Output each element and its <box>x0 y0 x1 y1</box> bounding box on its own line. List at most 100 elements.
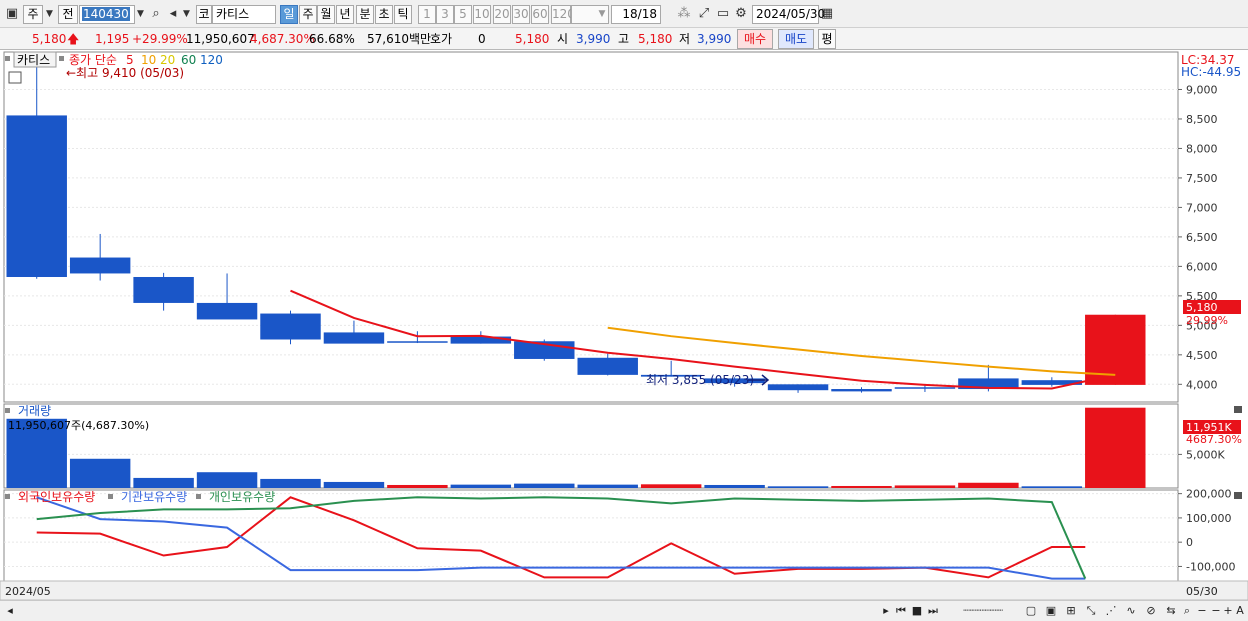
interval-5[interactable]: 5 <box>454 5 472 24</box>
panel-frame-1 <box>3 403 1179 489</box>
interval-3[interactable]: 3 <box>436 5 454 24</box>
tab-6[interactable]: 틱 <box>394 5 412 24</box>
price-tick-label: 4,500 <box>1186 349 1218 362</box>
price-tick-label: 8,500 <box>1186 113 1218 126</box>
axis-strip <box>0 580 1248 601</box>
tab-0[interactable]: 일 <box>280 5 298 24</box>
chevron-down-icon[interactable]: ▼ <box>43 5 56 24</box>
price-tick-label: 6,500 <box>1186 231 1218 244</box>
volume-bar <box>704 484 765 488</box>
price-tick-label: 9,000 <box>1186 83 1218 96</box>
draw-tool-icon[interactable]: ⤢ <box>696 5 712 24</box>
stop-icon[interactable]: ■ <box>911 603 923 619</box>
tab-1[interactable]: 주 <box>299 5 317 24</box>
search-icon[interactable]: ⌕ <box>149 5 163 24</box>
volume-bar <box>640 484 702 488</box>
legend-bullet-icon <box>196 494 201 499</box>
open-price: 3,990 <box>576 32 611 46</box>
minus-icon[interactable]: − <box>1210 603 1222 619</box>
chart-tool-5-icon[interactable]: ⋰ <box>1102 603 1120 619</box>
auto-scale-icon[interactable]: A <box>1234 603 1246 619</box>
zoom-slider[interactable]: ┈┈┈┈┈┈ <box>948 603 1018 619</box>
interval-dropdown-icon[interactable]: ▼ <box>596 5 608 24</box>
price-tick-label: 7,500 <box>1186 172 1218 185</box>
chart-tool-4-icon[interactable]: ⤡ <box>1082 603 1100 619</box>
volume-bar <box>69 458 131 488</box>
tab-3[interactable]: 년 <box>336 5 354 24</box>
chart-tool-7-icon[interactable]: ⊘ <box>1142 603 1160 619</box>
legend-bullet-icon <box>108 494 113 499</box>
turnover-rate: 66.68% <box>309 32 355 46</box>
holdings-tick-label: 200,000 <box>1186 488 1232 501</box>
chart-tool-6-icon[interactable]: ∿ <box>1122 603 1140 619</box>
chart-tool-2-icon[interactable]: ▣ <box>1042 603 1060 619</box>
save-icon[interactable]: ▭ <box>716 5 730 24</box>
next-icon[interactable]: ▸ <box>880 603 892 619</box>
date-field[interactable]: 2024/05/30 <box>752 5 825 24</box>
candle-body <box>260 313 321 340</box>
volume-bar <box>196 472 258 488</box>
interval-10[interactable]: 10 <box>473 5 491 24</box>
candle-body <box>323 332 385 344</box>
volume-bar <box>514 483 575 488</box>
code-dropdown-icon[interactable]: ▼ <box>134 5 147 24</box>
zoom-out-icon[interactable]: − <box>1196 603 1208 619</box>
layout-icon[interactable]: ▣ <box>4 5 20 24</box>
panel-close-icon <box>1234 406 1242 413</box>
magnify-icon[interactable]: ⌕ <box>1180 603 1194 619</box>
speaker-dropdown-icon[interactable]: ▼ <box>181 5 192 24</box>
interval-60[interactable]: 60 <box>531 5 549 24</box>
speaker-icon[interactable]: ◂ <box>166 5 180 24</box>
holdings-tick-label: 100,000 <box>1186 512 1232 525</box>
open-label: 시 <box>557 32 569 46</box>
scroll-left-icon[interactable]: ◂ <box>4 603 16 619</box>
chart-canvas[interactable]: 4,0004,5005,0005,5006,0006,5007,0007,500… <box>0 50 1248 601</box>
candle-type-icon[interactable]: ⁂ <box>676 5 692 24</box>
tab-2[interactable]: 월 <box>317 5 335 24</box>
price-tick-label: 7,000 <box>1186 201 1218 214</box>
prev-button[interactable]: 전 <box>58 5 78 24</box>
chart-tool-8-icon[interactable]: ⇆ <box>1162 603 1180 619</box>
buy-button[interactable]: 매수 <box>737 29 773 49</box>
chart-tool-1-icon[interactable]: ▢ <box>1022 603 1040 619</box>
tab-5[interactable]: 초 <box>375 5 393 24</box>
forward-icon[interactable]: ⏭ <box>926 603 940 619</box>
volume-bar <box>831 485 892 488</box>
legend-bullet-icon <box>59 56 64 61</box>
candle-body <box>69 257 131 274</box>
sell-button[interactable]: 매도 <box>778 29 814 49</box>
ma-period-60: 60 <box>181 53 196 67</box>
chart-tool-3-icon[interactable]: ⊞ <box>1062 603 1080 619</box>
interval-120[interactable]: 120 <box>551 5 575 24</box>
volume-title: 거래량 <box>18 404 51 418</box>
interval-30[interactable]: 30 <box>512 5 530 24</box>
eval-button[interactable]: 평 <box>818 29 836 49</box>
stock-name-field[interactable]: 카티스 <box>212 5 276 24</box>
rewind-icon[interactable]: ⏮ <box>894 603 908 619</box>
volume-percent: 4,687.30% <box>250 32 315 46</box>
top-toolbar: ▣ 주 ▼ 전 140430 ▼ ⌕ ◂ ▼ 코 카티스 일주월년분초틱 135… <box>0 0 1248 28</box>
interval-20[interactable]: 20 <box>493 5 511 24</box>
interval-1[interactable]: 1 <box>418 5 436 24</box>
market-button[interactable]: 코 <box>196 5 212 24</box>
stock-code-input[interactable]: 140430 <box>79 5 135 24</box>
calendar-icon[interactable]: ▦ <box>820 5 834 24</box>
zoom-in-icon[interactable]: + <box>1222 603 1234 619</box>
change-amount: 1,195 <box>95 32 130 46</box>
hc-label: HC:-44.95 <box>1181 65 1241 79</box>
tab-4[interactable]: 분 <box>356 5 374 24</box>
volume-bar <box>894 485 956 488</box>
gear-icon[interactable]: ⚙ <box>734 5 748 24</box>
current-price: 5,180 <box>32 32 67 46</box>
volume-tick-label: 5,000K <box>1186 448 1225 461</box>
up-arrow-icon: 🡅 <box>67 32 80 46</box>
indicator-icon <box>8 71 22 84</box>
volume-bar <box>577 484 638 488</box>
ma-period-20: 20 <box>160 53 175 67</box>
volume-bar <box>1085 407 1146 488</box>
volume-last-pct-label: 4687.30% <box>1186 433 1242 446</box>
period-button[interactable]: 주 <box>23 5 43 24</box>
last-price-tag-label: 5,180 <box>1186 301 1218 314</box>
bottom-scrollbar[interactable]: ◂ ▸ ⏮ ■ ⏭ ┈┈┈┈┈┈ ▢ ▣ ⊞ ⤡ ⋰ ∿ ⊘ ⇆ ⌕ − − +… <box>0 600 1248 621</box>
panel-close-icon <box>1234 492 1242 499</box>
